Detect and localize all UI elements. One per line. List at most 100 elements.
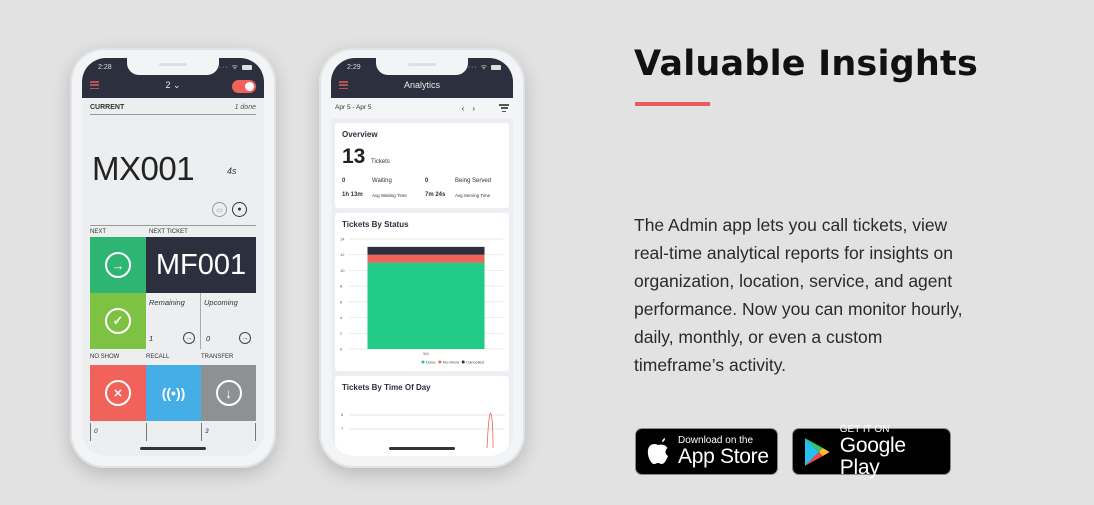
- remaining-value: 1: [149, 334, 154, 343]
- status-icons: ··· ᯤ: [219, 63, 252, 72]
- accent-underline: [635, 102, 710, 106]
- analytics-app-screen: 2:29 ··· ᯤ Analytics Apr 5 - Apr 5 ‹› Ov…: [331, 58, 513, 456]
- status-icons: ··· ᯤ: [468, 63, 501, 72]
- waiting-label: Waiting: [372, 178, 392, 184]
- tickets-by-time-card: Tickets By Time Of Day 8 7: [335, 376, 509, 456]
- current-header: CURRENT 1 done: [90, 104, 256, 115]
- google-play-big-text: Google Play: [839, 434, 906, 479]
- battery-icon: [242, 64, 252, 70]
- check-icon: ✓: [105, 308, 131, 334]
- upcoming-value: 0: [206, 334, 211, 343]
- x-tick-label: 5/4: [423, 351, 429, 356]
- next-ticket: MF001: [155, 248, 247, 281]
- legend-label: Cancelled: [466, 360, 484, 365]
- prev-date-button[interactable]: ‹: [462, 104, 473, 113]
- transfer-count: 3: [201, 423, 209, 441]
- y-tick-label: 2: [340, 331, 343, 336]
- y-tick-label: 8: [340, 284, 343, 289]
- no-show-button[interactable]: ✕: [90, 365, 146, 421]
- time-series-line: [486, 412, 494, 448]
- recall-label: RECALL: [146, 354, 170, 360]
- battery-icon: [491, 64, 501, 70]
- remaining-label: Remaining: [149, 298, 185, 307]
- y-tick: 7: [341, 426, 344, 431]
- total-tickets: 13: [342, 145, 366, 168]
- availability-toggle[interactable]: [232, 80, 256, 93]
- screen-title: Analytics: [403, 80, 440, 90]
- current-label: CURRENT: [90, 104, 125, 111]
- chart-title: Tickets By Status: [342, 220, 409, 229]
- arrow-right-icon: →: [239, 332, 251, 344]
- next-ticket-label: NEXT TICKET: [149, 229, 188, 235]
- date-range-bar: Apr 5 - Apr 5 ‹›: [331, 98, 513, 118]
- avg-wait-value: 1h 13m: [342, 192, 363, 198]
- bar-no-show: [367, 254, 485, 263]
- description: The Admin app lets you call tickets, vie…: [634, 215, 963, 375]
- no-show-count: 0: [90, 423, 98, 441]
- next-button[interactable]: →: [90, 237, 146, 293]
- y-tick-label: 6: [340, 299, 343, 304]
- page-headline: Valuable Insights: [634, 44, 979, 84]
- agent-app-screen: 2:28 ··· ᯤ 2 ⌄ CURRENT 1 done MX001 4s ▭…: [82, 58, 264, 456]
- legend-marker: [461, 360, 465, 364]
- bar-cancelled: [367, 246, 485, 255]
- legend-marker: [421, 360, 425, 364]
- total-tickets-label: Tickets: [371, 159, 390, 165]
- tickets-by-status-chart: 0 2 4 6 8 10 12 14 5/4 Done No-Show Cancelled: [340, 237, 503, 365]
- tickets-by-time-chart: 8 7: [341, 412, 505, 448]
- tickets-by-status-card: Tickets By Status 0 2 4 6 8 10 12 14 5/4 Done No-S…: [335, 213, 509, 371]
- arrow-right-icon: →: [183, 332, 195, 344]
- phone-notch: [127, 58, 219, 75]
- google-play-button[interactable]: GET IT ON Google Play: [792, 424, 951, 479]
- filter-icon[interactable]: [499, 104, 509, 112]
- transfer-label: TRANSFER: [201, 354, 234, 360]
- next-ticket-display: MF001: [146, 237, 256, 293]
- current-ticket: MX001: [92, 150, 195, 187]
- broadcast-icon: ((•)): [161, 385, 186, 401]
- next-label: NEXT: [90, 229, 107, 235]
- agent-app-phone: 2:28 ··· ᯤ 2 ⌄ CURRENT 1 done MX001 4s ▭…: [70, 48, 276, 468]
- google-play-icon: [804, 437, 830, 466]
- y-tick-label: 0: [340, 347, 343, 352]
- bar-done: [367, 262, 485, 349]
- remaining-button[interactable]: Remaining 1 →: [146, 293, 201, 349]
- legend-marker: [438, 360, 442, 364]
- upcoming-button[interactable]: Upcoming 0 →: [201, 293, 256, 349]
- next-date-button[interactable]: ›: [472, 104, 483, 113]
- legend-label: No-Show: [443, 360, 460, 365]
- overview-title: Overview: [342, 130, 378, 139]
- being-served-count: 0: [425, 178, 429, 184]
- status-time: 2:29: [347, 64, 361, 71]
- overview-card: Overview 13 Tickets 0 Waiting 0 Being Se…: [335, 123, 509, 208]
- y-tick-label: 10: [340, 268, 345, 273]
- y-tick: 8: [341, 412, 344, 417]
- x-icon: ✕: [105, 380, 131, 406]
- home-indicator: [389, 447, 455, 450]
- customer-icon[interactable]: ●: [232, 202, 247, 217]
- home-indicator: [140, 447, 206, 450]
- phone-notch: [376, 58, 468, 75]
- elapsed-time: 4s: [227, 166, 237, 176]
- message-icon[interactable]: ▭: [212, 202, 227, 217]
- time-chart-title: Tickets By Time Of Day: [342, 383, 431, 392]
- avg-serve-label: Avg Serving Time: [455, 193, 491, 198]
- upcoming-label: Upcoming: [204, 298, 238, 307]
- app-store-button[interactable]: Download on the App Store: [635, 428, 778, 475]
- legend-label: Done: [426, 360, 436, 365]
- y-tick-label: 12: [340, 252, 345, 257]
- arrow-down-icon: ↓: [215, 380, 242, 406]
- apple-icon: [647, 437, 668, 464]
- waiting-count: 0: [342, 178, 346, 184]
- serve-button[interactable]: ✓: [90, 293, 146, 349]
- date-range[interactable]: Apr 5 - Apr 5: [335, 104, 372, 111]
- transfer-button[interactable]: ↓: [201, 365, 256, 421]
- y-tick-label: 14: [340, 237, 345, 242]
- no-show-label: NO SHOW: [90, 354, 120, 360]
- recall-count: [146, 423, 150, 441]
- divider: [90, 225, 256, 226]
- avg-wait-label: Avg Waiting Time: [372, 193, 407, 198]
- recall-button[interactable]: ((•)): [146, 365, 201, 421]
- app-store-big-text: App Store: [678, 445, 769, 468]
- done-count: 1 done: [234, 104, 256, 111]
- analytics-app-phone: 2:29 ··· ᯤ Analytics Apr 5 - Apr 5 ‹› Ov…: [319, 48, 525, 468]
